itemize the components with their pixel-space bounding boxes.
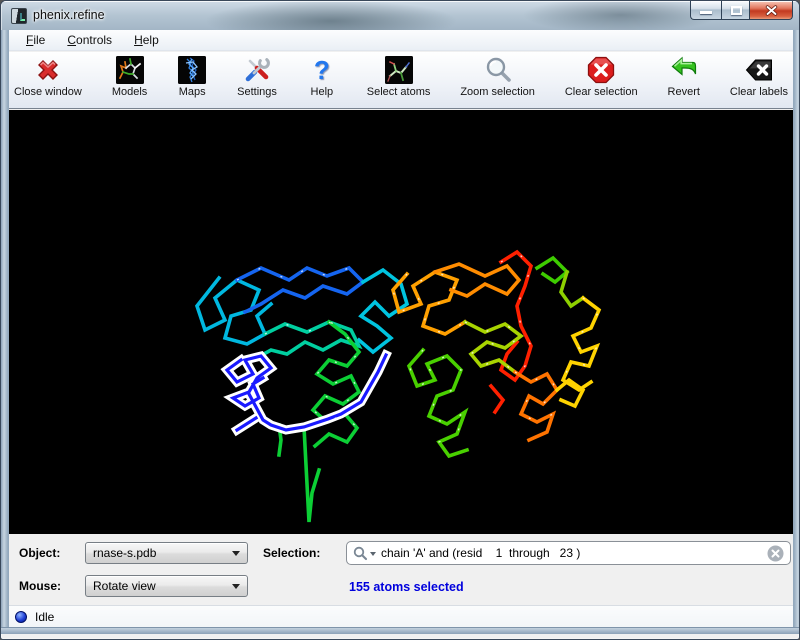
toolbar-button-help[interactable]: ? Help <box>307 55 337 98</box>
minimize-button[interactable] <box>690 1 721 20</box>
toolbar-button-zoom-selection[interactable]: Zoom selection <box>460 55 535 98</box>
molecule-render <box>9 110 793 534</box>
mouse-dropdown[interactable]: Rotate view <box>85 575 248 597</box>
clear-input-icon[interactable] <box>767 545 784 562</box>
mouse-label: Mouse: <box>19 579 61 593</box>
search-options-arrow-icon <box>370 552 376 559</box>
statusbar: Idle <box>9 605 793 627</box>
window-frame: File Controls Help Close window <box>1 30 800 634</box>
menu-controls[interactable]: Controls <box>58 31 121 49</box>
window-title: phenix.refine <box>33 8 105 22</box>
toolbar-button-clear-labels[interactable]: Clear labels <box>730 55 788 98</box>
status-idle-icon <box>15 611 27 623</box>
menubar: File Controls Help <box>9 30 793 51</box>
atoms-selected-text: 155 atoms selected <box>349 580 464 594</box>
select-atoms-icon <box>384 55 414 85</box>
search-icon[interactable] <box>353 546 376 561</box>
toolbar-button-select-atoms[interactable]: Select atoms <box>367 55 431 98</box>
toolbar-button-revert[interactable]: Revert <box>668 55 700 98</box>
caption-buttons <box>690 1 793 20</box>
object-dropdown-value: rnase-s.pdb <box>93 546 232 560</box>
models-icon <box>115 55 145 85</box>
close-button[interactable] <box>750 1 793 20</box>
menu-file[interactable]: File <box>17 31 54 49</box>
titlebar[interactable]: phenix.refine <box>1 1 800 30</box>
window-content: File Controls Help Close window <box>9 30 793 627</box>
chevron-down-icon <box>232 584 240 593</box>
chevron-down-icon <box>232 551 240 560</box>
app-window: phenix.refine File Controls Help <box>0 0 800 640</box>
clear-selection-icon <box>586 55 616 85</box>
mouse-dropdown-value: Rotate view <box>93 579 232 593</box>
toolbar-button-close-window[interactable]: Close window <box>14 55 82 98</box>
settings-icon <box>242 55 272 85</box>
close-icon <box>765 5 778 16</box>
clear-labels-icon <box>744 55 774 85</box>
help-icon: ? <box>307 55 337 85</box>
zoom-selection-icon <box>483 55 513 85</box>
selection-label: Selection: <box>263 546 320 560</box>
menu-help[interactable]: Help <box>125 31 168 49</box>
toolbar-button-clear-selection[interactable]: Clear selection <box>565 55 638 98</box>
status-text: Idle <box>35 610 54 624</box>
app-icon <box>11 8 27 24</box>
controls-panel: Object: rnase-s.pdb Mouse: Rotate view S… <box>9 534 793 605</box>
object-label: Object: <box>19 546 60 560</box>
toolbar-button-models[interactable]: Models <box>112 55 147 98</box>
maximize-button[interactable] <box>721 1 750 20</box>
selection-input[interactable] <box>381 546 767 560</box>
toolbar: Close window <box>9 52 793 109</box>
minimize-icon <box>700 11 712 14</box>
selection-search-box <box>346 541 791 565</box>
window-frame-bottom <box>1 627 800 634</box>
revert-icon <box>669 55 699 85</box>
gl-viewport[interactable] <box>9 110 793 534</box>
close-window-icon <box>33 55 63 85</box>
toolbar-button-maps[interactable]: Maps <box>177 55 207 98</box>
maximize-icon <box>731 6 742 15</box>
object-dropdown[interactable]: rnase-s.pdb <box>85 542 248 564</box>
maps-icon <box>177 55 207 85</box>
toolbar-button-settings[interactable]: Settings <box>237 55 277 98</box>
